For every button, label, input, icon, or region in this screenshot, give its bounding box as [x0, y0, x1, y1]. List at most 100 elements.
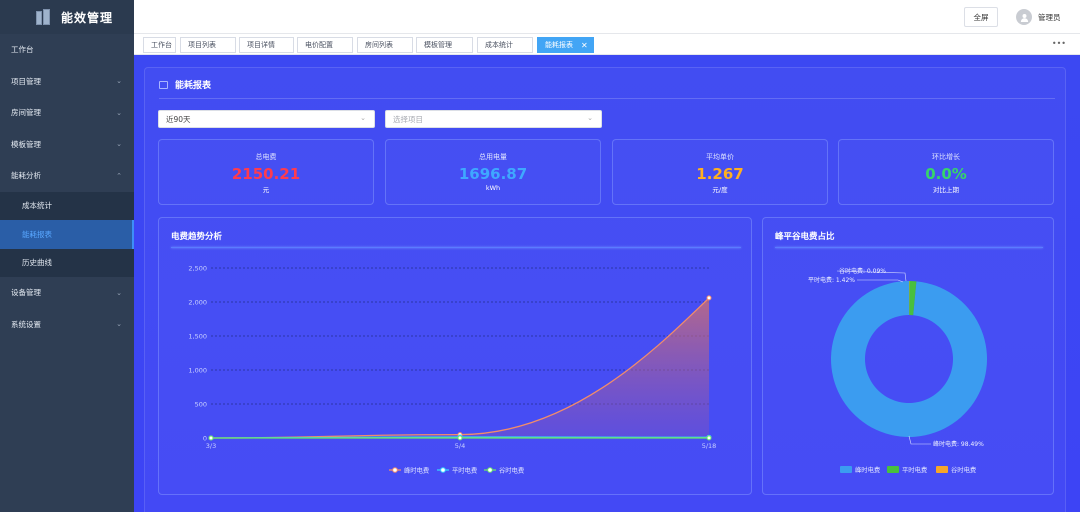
sidebar-item-label: 房间管理 — [11, 108, 41, 118]
tab-label: 模板管理 — [424, 41, 452, 49]
date-range-value: 近90天 — [166, 114, 191, 124]
main-content: 能耗报表 近90天 ⌄ 选择项目 ⌄ 总电费 2150.21 元 总用电量 1696.8… — [134, 55, 1080, 512]
stat-value: 0.0% — [925, 165, 967, 183]
stat-card: 环比增长 0.0% 对比上期 — [838, 139, 1054, 205]
svg-text:平时电费: 平时电费 — [902, 465, 927, 474]
tab[interactable]: 成本统计 — [477, 37, 533, 53]
tab[interactable]: 工作台 — [143, 37, 176, 53]
sidebar-item[interactable]: 工作台 — [0, 34, 134, 66]
trend-chart-card: 电费趋势分析 0 500 1,000 1,500 2,000 2,500 3/3 5/4 5/1… — [158, 217, 752, 495]
logo: 能效管理 — [0, 0, 134, 34]
tab-label: 项目列表 — [188, 41, 216, 49]
pie-slice[interactable] — [830, 281, 987, 437]
label-leader-line — [908, 435, 931, 445]
legend-item[interactable]: 谷时电费 — [936, 465, 976, 474]
stat-label: 总电费 — [255, 153, 277, 161]
trend-chart: 05001,0001,5002,0002,5003/3 5/4 5/18峰时电费 平时… — [188, 265, 716, 475]
legend-item[interactable]: 峰时电费 — [389, 466, 429, 475]
stat-card: 平均单价 1.267 元/度 — [612, 139, 828, 205]
stat-unit: 元 — [262, 186, 270, 194]
svg-text:谷时电费: 谷时电费 — [499, 466, 524, 475]
sidebar-item-label: 设备管理 — [11, 288, 41, 298]
date-range-select[interactable]: 近90天 ⌄ — [158, 110, 375, 128]
tab[interactable]: 项目列表 — [180, 37, 236, 53]
project-placeholder: 选择项目 — [393, 114, 423, 124]
sidebar-item[interactable]: 能耗分析 ⌃ — [0, 160, 134, 192]
close-icon[interactable]: ✕ — [581, 41, 588, 50]
series-area — [211, 297, 709, 438]
user-icon — [1020, 13, 1028, 22]
stat-unit: 对比上期 — [933, 186, 959, 194]
legend-item[interactable]: 平时电费 — [437, 466, 477, 475]
more-icon[interactable]: ••• — [1052, 39, 1066, 48]
stat-card: 总用电量 1696.87 kWh — [385, 139, 601, 205]
tab-label: 项目详情 — [247, 41, 275, 49]
data-point[interactable] — [457, 435, 463, 441]
svg-text:谷时电费: 谷时电费 — [951, 465, 976, 474]
tab-label: 工作台 — [151, 41, 172, 49]
sidebar-item[interactable]: 系统设置 ⌄ — [0, 309, 134, 341]
sidebar-subitem[interactable]: 成本统计 — [0, 191, 134, 220]
sidebar-item[interactable]: 模板管理 ⌄ — [0, 129, 134, 161]
tab[interactable]: 房间列表 — [357, 37, 413, 53]
svg-text:峰时电费: 峰时电费 — [855, 465, 880, 474]
avatar[interactable] — [1016, 9, 1032, 25]
chevron-icon: ⌄ — [116, 288, 122, 297]
sidebar-item[interactable]: 设备管理 ⌄ — [0, 277, 134, 309]
chevron-down-icon: ⌄ — [587, 114, 593, 122]
data-point[interactable] — [208, 435, 214, 441]
sidebar-item-label: 项目管理 — [11, 76, 41, 86]
data-point[interactable] — [706, 295, 712, 301]
chevron-icon: ⌄ — [116, 140, 122, 149]
header-bar: 全屏 管理员 — [134, 0, 1080, 34]
tab[interactable]: 模板管理 — [416, 37, 473, 53]
share-chart: 峰时电费: 98.49% 平时电费: 1.42%谷时电费: 0.09% 峰时电费 平时… — [808, 267, 987, 474]
stat-card: 总电费 2150.21 元 — [158, 139, 374, 205]
report-panel: 能耗报表 近90天 ⌄ 选择项目 ⌄ 总电费 2150.21 元 总用电量 1696.8… — [144, 67, 1066, 512]
chevron-icon: ⌃ — [116, 171, 122, 180]
username[interactable]: 管理员 — [1038, 12, 1061, 23]
y-tick-label: 1,500 — [188, 333, 207, 341]
sidebar-subitem[interactable]: 历史曲线 — [0, 248, 134, 277]
y-tick-label: 500 — [195, 401, 207, 409]
stat-value: 1696.87 — [458, 165, 528, 183]
y-tick-label: 2,000 — [188, 299, 207, 307]
slice-label: 平时电费: 1.42% — [808, 276, 855, 284]
sidebar-item-label: 模板管理 — [11, 139, 41, 149]
stat-label: 平均单价 — [706, 153, 734, 161]
y-tick-label: 2,500 — [188, 265, 207, 273]
tab-label: 电价配置 — [305, 41, 333, 49]
tabs-bar: 工作台 项目列表 项目详情 电价配置 房间列表 模板管理 成本统计 能耗报表 ✕ ••• — [134, 34, 1080, 55]
stat-unit: 元/度 — [712, 186, 728, 194]
slice-label: 峰时电费: 98.49% — [933, 440, 984, 448]
sidebar-subitem[interactable]: 能耗报表 — [0, 220, 134, 249]
project-select[interactable]: 选择项目 ⌄ — [385, 110, 602, 128]
tab[interactable]: 能耗报表 ✕ — [537, 37, 594, 53]
sidebar-item[interactable]: 项目管理 ⌄ — [0, 66, 134, 98]
sidebar-item-label: 成本统计 — [22, 201, 52, 211]
sidebar-item-label: 能耗报表 — [22, 229, 52, 239]
tab-label: 成本统计 — [485, 41, 513, 49]
chevron-icon: ⌄ — [116, 108, 122, 117]
sidebar-item[interactable]: 房间管理 ⌄ — [0, 97, 134, 129]
legend-item[interactable]: 平时电费 — [887, 465, 927, 474]
building-icon — [36, 9, 50, 25]
tab[interactable]: 电价配置 — [297, 37, 353, 53]
data-point[interactable] — [706, 435, 712, 441]
legend-item[interactable]: 谷时电费 — [484, 466, 524, 475]
svg-text:峰时电费: 峰时电费 — [404, 466, 429, 475]
stat-label: 总用电量 — [479, 153, 507, 161]
stat-label: 环比增长 — [932, 153, 960, 161]
tab[interactable]: 项目详情 — [239, 37, 294, 53]
legend-item[interactable]: 峰时电费 — [840, 465, 880, 474]
stat-value: 2150.21 — [231, 165, 301, 183]
fullscreen-button[interactable]: 全屏 — [964, 7, 998, 27]
sidebar-item-label: 工作台 — [11, 45, 34, 55]
x-tick-label: 3/3 — [206, 442, 216, 450]
sidebar: 能效管理 工作台 项目管理 ⌄ 房间管理 ⌄ 模板管理 ⌄ 能耗分析 ⌃ 成本统计 能耗报表 历史曲… — [0, 0, 134, 512]
panel-title-text: 能耗报表 — [175, 81, 212, 91]
sidebar-item-label: 历史曲线 — [22, 258, 52, 268]
brand-name: 能效管理 — [61, 10, 114, 25]
divider — [159, 98, 1055, 99]
share-chart-card: 峰平谷电费占比 峰时电费: 98.49% 平时电费: 1.42% 谷时电费: 0.0… — [762, 217, 1054, 495]
